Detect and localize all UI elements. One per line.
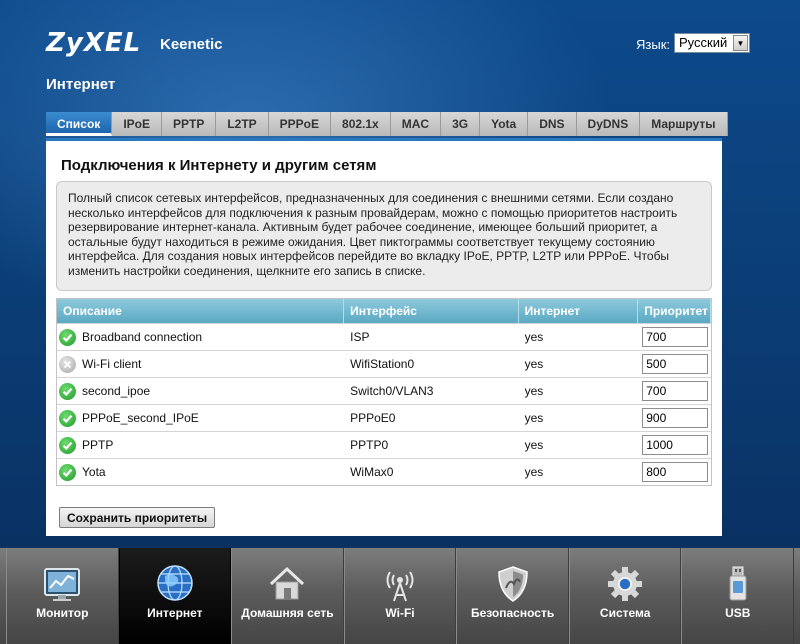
connection-internet: yes (524, 330, 544, 344)
column-header-internet[interactable]: Интернет (519, 299, 639, 323)
bottom-nav: Монитор Интернет Домашняя сеть Wi-Fi Без… (0, 548, 800, 644)
save-priorities-button[interactable]: Сохранить приоритеты (59, 507, 216, 528)
info-line: несколько интерфейсов для подключения к … (68, 205, 678, 220)
nav-item-wifi[interactable]: Wi-Fi (343, 548, 457, 644)
table-row[interactable]: second_ipoe Switch0/VLAN3 yes (57, 377, 711, 404)
nav-item-home-network[interactable]: Домашняя сеть (231, 548, 344, 644)
column-header-description[interactable]: Описание (57, 299, 345, 323)
table-row[interactable]: PPTP PPTP0 yes (57, 431, 711, 458)
table-row[interactable]: Wi-Fi client WifiStation0 yes (57, 350, 711, 377)
connection-internet: yes (524, 357, 544, 371)
connection-interface: WiMax0 (350, 465, 394, 479)
info-line: остальные будут находиться в режиме ожид… (68, 234, 655, 249)
column-header-priority[interactable]: Приоритет (638, 299, 712, 323)
gear-icon (608, 567, 643, 601)
tab-dns[interactable]: DNS (528, 112, 577, 136)
tab-routes[interactable]: Маршруты (640, 112, 728, 136)
connection-description[interactable]: PPTP (82, 438, 113, 452)
connection-internet: yes (524, 384, 544, 398)
nav-label: Монитор (36, 606, 89, 620)
priority-input[interactable] (642, 408, 709, 428)
tab-8021x[interactable]: 802.1x (331, 112, 391, 136)
tab-ipoe[interactable]: IPoE (112, 112, 162, 136)
info-box: Полный список сетевых интерфейсов, предн… (56, 181, 712, 291)
monitor-icon (44, 568, 81, 601)
tab-pptp[interactable]: PPTP (161, 112, 217, 136)
tab-yota[interactable]: Yota (480, 112, 529, 136)
tab-mac[interactable]: MAC (390, 112, 442, 136)
tab-pppoe[interactable]: PPPoE (268, 112, 332, 136)
info-line: изменить настройки соединения, щелкните … (68, 263, 426, 278)
connection-description[interactable]: Broadband connection (82, 330, 202, 344)
nav-label: Домашняя сеть (241, 606, 334, 620)
chevron-down-icon[interactable]: ▼ (733, 35, 748, 51)
tab-l2tp[interactable]: L2TP (216, 112, 269, 136)
nav-label: Система (599, 606, 651, 620)
connection-description[interactable]: Yota (82, 465, 106, 479)
connection-description[interactable]: Wi-Fi client (82, 357, 141, 371)
priority-input[interactable] (642, 354, 709, 374)
language-label: Язык: (636, 37, 670, 52)
page-title: Интернет (46, 76, 116, 93)
connection-description[interactable]: PPPoE_second_IPoE (82, 411, 199, 425)
column-header-interface[interactable]: Интерфейс (344, 299, 519, 323)
priority-input[interactable] (642, 435, 709, 455)
info-line: интерфейса. Для создания новых интерфейс… (68, 249, 670, 264)
status-ok-icon (59, 328, 76, 346)
globe-icon (157, 565, 193, 601)
wifi-antenna-icon (386, 571, 414, 602)
tab-dydns[interactable]: DyDNS (576, 112, 641, 136)
connection-interface: PPPoE0 (350, 411, 396, 425)
info-line: резервирование интернет-канала. Активным… (68, 220, 658, 235)
nav-label: Интернет (147, 606, 203, 620)
table-header: Описание Интерфейс Интернет Приоритет (57, 299, 712, 323)
content-panel: Подключения к Интернету и другим сетям П… (46, 138, 722, 536)
table-row[interactable]: Broadband connection ISP yes (57, 323, 711, 350)
connection-interface: PPTP0 (350, 438, 389, 452)
connection-interface: WifiStation0 (350, 357, 415, 371)
product-name: Keenetic (160, 36, 223, 53)
connection-internet: yes (524, 411, 544, 425)
connection-internet: yes (524, 438, 544, 452)
status-ok-icon (59, 463, 76, 481)
panel-title: Подключения к Интернету и другим сетям (61, 157, 377, 174)
priority-input[interactable] (642, 462, 709, 482)
connections-table: Описание Интерфейс Интернет Приоритет Br… (56, 298, 712, 486)
table-row[interactable]: PPPoE_second_IPoE PPPoE0 yes (57, 404, 711, 431)
shield-icon (497, 566, 528, 602)
priority-input[interactable] (642, 381, 709, 401)
status-ok-icon (59, 436, 76, 454)
zyxel-logo: ZyXEL (46, 28, 142, 58)
tab-3g[interactable]: 3G (441, 112, 481, 136)
nav-label: Wi-Fi (385, 606, 415, 620)
nav-label: Безопасность (470, 606, 555, 620)
nav-item-system[interactable]: Система (568, 548, 682, 644)
nav-item-usb[interactable]: USB (681, 548, 795, 644)
connection-internet: yes (524, 465, 544, 479)
connection-interface: Switch0/VLAN3 (350, 384, 434, 398)
language-select[interactable]: Русский ▼ (674, 33, 750, 53)
home-icon (270, 566, 305, 600)
table-row[interactable]: Yota WiMax0 yes (57, 458, 711, 485)
status-ok-icon (59, 382, 76, 400)
tab-bar: Список IPoE PPTP L2TP PPPoE 802.1x MAC 3… (46, 112, 728, 136)
usb-stick-icon (729, 566, 747, 601)
priority-input[interactable] (642, 327, 709, 347)
connection-description[interactable]: second_ipoe (82, 384, 150, 398)
nav-item-monitor[interactable]: Монитор (6, 548, 119, 644)
language-value: Русский (679, 35, 728, 50)
status-ok-icon (59, 409, 76, 427)
nav-item-internet[interactable]: Интернет (118, 548, 232, 644)
tab-list[interactable]: Список (46, 112, 113, 136)
connection-interface: ISP (350, 330, 370, 344)
info-line: Полный список сетевых интерфейсов, предн… (68, 191, 674, 205)
nav-label: USB (725, 606, 751, 620)
status-off-icon (59, 355, 76, 373)
nav-item-security[interactable]: Безопасность (456, 548, 569, 644)
